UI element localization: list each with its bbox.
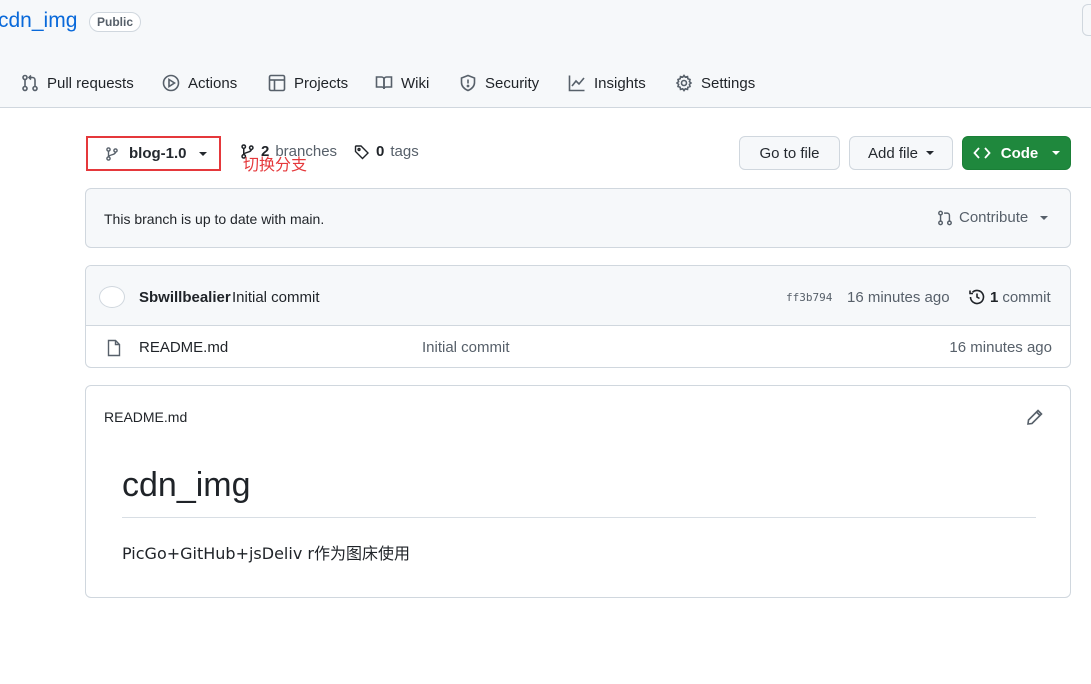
tab-label: Security [485, 75, 539, 92]
tab-label: Pull requests [47, 75, 134, 92]
contribute-button[interactable]: Contribute [937, 209, 1048, 226]
header-action-button[interactable] [1082, 4, 1091, 36]
tags-count: 0 [376, 143, 384, 160]
shield-icon [459, 74, 477, 92]
tab-security[interactable]: Security [459, 68, 539, 98]
add-file-button[interactable]: Add file [849, 136, 953, 170]
tab-actions[interactable]: Actions [162, 68, 237, 98]
book-icon [375, 74, 393, 92]
commit-sha-link[interactable]: ff3b794 [786, 291, 832, 304]
play-icon [162, 74, 180, 92]
commit-count: 1 [990, 289, 998, 306]
tab-settings[interactable]: Settings [675, 68, 755, 98]
readme-text: PicGo+GitHub+jsDeliv r作为图床使用 [122, 540, 410, 564]
pull-request-icon [937, 210, 953, 226]
gear-icon [675, 74, 693, 92]
graph-icon [568, 74, 586, 92]
tab-label: Projects [294, 75, 348, 92]
readme-panel: README.md cdn_img PicGo+GitHub+jsDeliv r… [85, 385, 1071, 598]
branch-icon [105, 147, 119, 161]
chevron-down-icon [1040, 216, 1048, 220]
divider [122, 517, 1036, 518]
code-button[interactable]: Code [962, 136, 1071, 170]
go-to-file-button[interactable]: Go to file [739, 136, 840, 170]
avatar[interactable] [99, 286, 125, 308]
commit-count-label: commit [1002, 289, 1050, 306]
add-file-label: Add file [868, 145, 918, 162]
chevron-down-icon [926, 151, 934, 155]
pencil-icon[interactable] [1026, 408, 1044, 426]
go-to-file-label: Go to file [759, 145, 819, 162]
branch-status-box: This branch is up to date with main. Con… [85, 188, 1071, 248]
chevron-down-icon [199, 152, 207, 156]
latest-commit-row: Sbwillbealier Initial commit ff3b794 16 … [86, 266, 1070, 326]
branch-status-text: This branch is up to date with main. [104, 211, 324, 227]
file-icon [106, 339, 122, 357]
code-label: Code [1001, 145, 1039, 162]
tab-label: Wiki [401, 75, 429, 92]
tab-insights[interactable]: Insights [568, 68, 646, 98]
commits-link[interactable]: 1 commit [968, 288, 1051, 306]
tab-label: Insights [594, 75, 646, 92]
tab-wiki[interactable]: Wiki [375, 68, 429, 98]
branch-selector-button[interactable]: blog-1.0 [86, 136, 221, 171]
contribute-label: Contribute [959, 209, 1028, 226]
table-icon [268, 74, 286, 92]
file-browser: Sbwillbealier Initial commit ff3b794 16 … [85, 265, 1071, 368]
repo-name-link[interactable]: cdn_img [0, 9, 77, 33]
tag-icon [354, 144, 370, 160]
pull-request-icon [21, 74, 39, 92]
switch-branch-annotation: 切换分支 [243, 151, 307, 175]
tags-label: tags [390, 143, 418, 160]
tab-projects[interactable]: Projects [268, 68, 348, 98]
branch-name: blog-1.0 [129, 145, 187, 162]
commit-author-link[interactable]: Sbwillbealier [139, 289, 231, 306]
tab-label: Actions [188, 75, 237, 92]
tab-label: Settings [701, 75, 755, 92]
repo-header: cdn_img Public Pull requests Actions Pro… [0, 0, 1091, 108]
visibility-badge: Public [89, 12, 141, 32]
file-commit-link[interactable]: Initial commit [422, 339, 510, 356]
file-time: 16 minutes ago [949, 339, 1052, 356]
commit-message-link[interactable]: Initial commit [232, 289, 320, 306]
readme-filename: README.md [104, 409, 187, 425]
chevron-down-icon [1052, 151, 1060, 155]
table-row: README.md Initial commit 16 minutes ago [86, 327, 1070, 368]
file-name-link[interactable]: README.md [139, 339, 228, 356]
tab-pull-requests[interactable]: Pull requests [21, 68, 134, 98]
readme-title: cdn_img [122, 466, 251, 505]
tags-link[interactable]: 0 tags [354, 143, 419, 160]
code-icon [973, 146, 991, 160]
commit-time: 16 minutes ago [847, 289, 950, 306]
history-icon [968, 288, 986, 306]
